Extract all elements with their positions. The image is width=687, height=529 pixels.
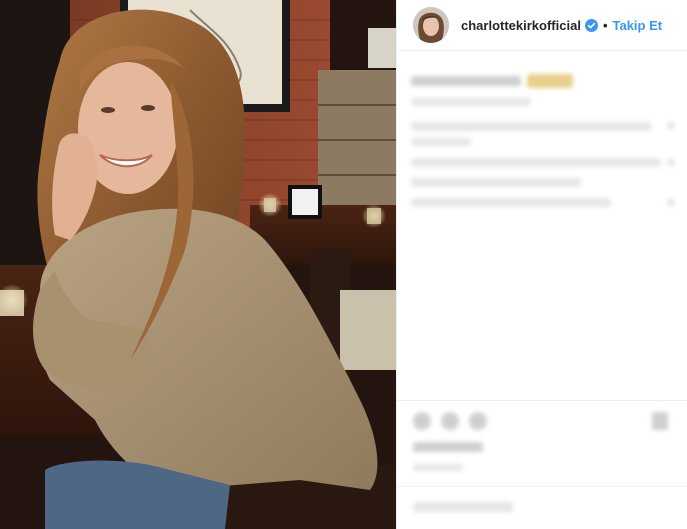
- post-photo[interactable]: [0, 0, 396, 529]
- profile-avatar[interactable]: [413, 7, 449, 43]
- post-sidebar: charlottekirkofficial • Takip Et: [396, 0, 687, 529]
- post-photo-image: [0, 0, 396, 529]
- avatar-image: [413, 7, 449, 43]
- follow-button[interactable]: Takip Et: [613, 18, 663, 33]
- verified-badge-icon: [584, 18, 598, 32]
- instagram-post: charlottekirkofficial • Takip Et: [0, 0, 687, 529]
- header-separator: •: [602, 17, 608, 33]
- username-link[interactable]: charlottekirkofficial: [461, 18, 581, 33]
- post-header: charlottekirkofficial • Takip Et: [397, 0, 687, 51]
